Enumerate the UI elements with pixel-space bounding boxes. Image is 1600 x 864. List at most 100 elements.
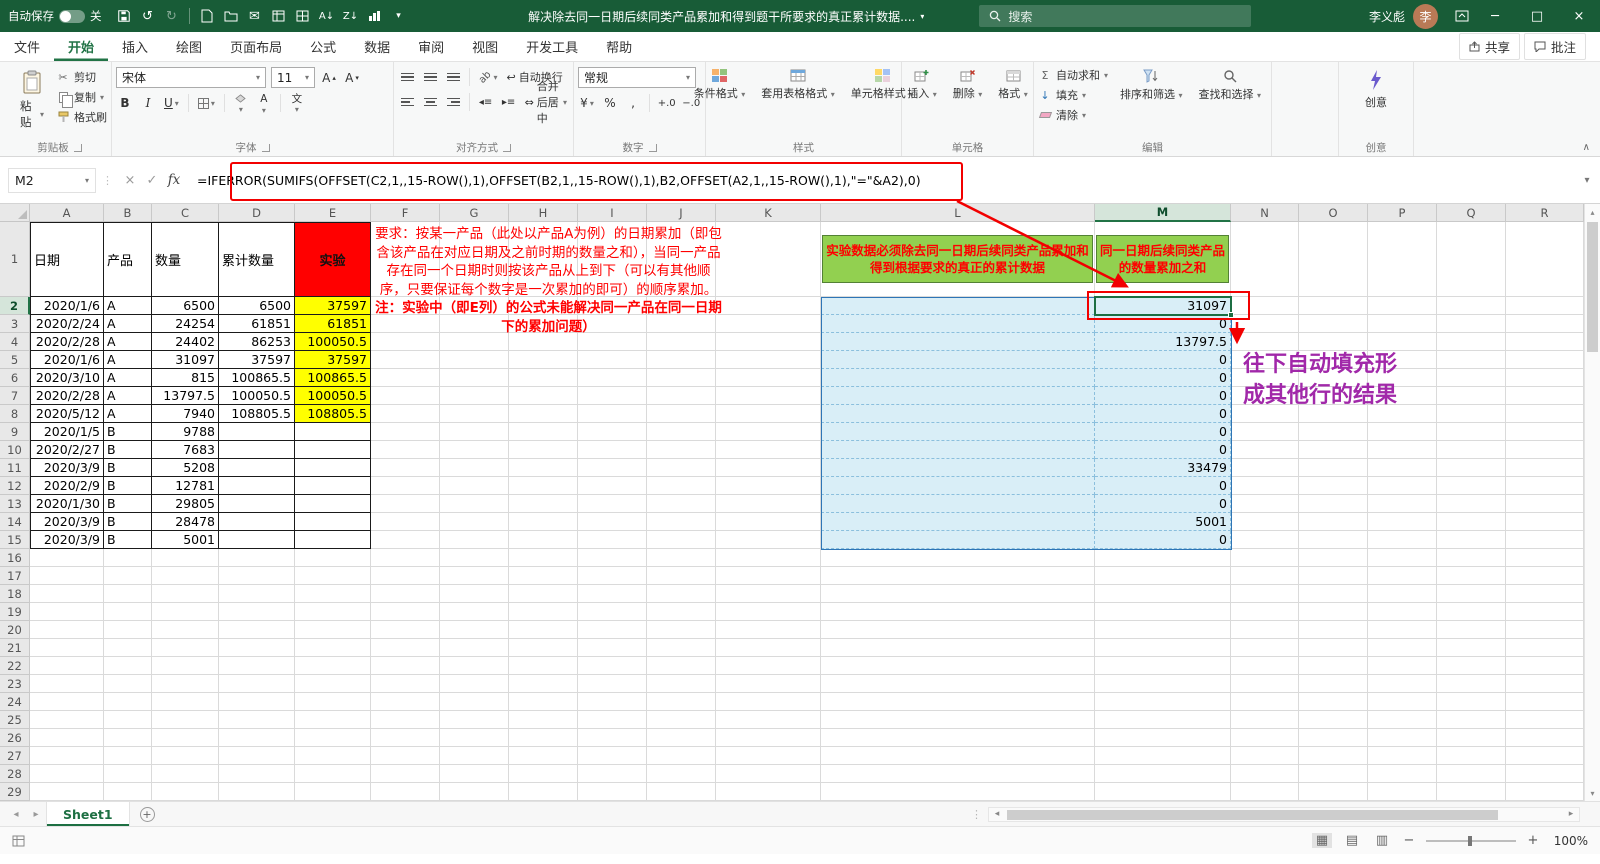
cell-H24[interactable]: [509, 693, 578, 711]
cell-G11[interactable]: [440, 459, 509, 477]
cell-B16[interactable]: [104, 549, 152, 567]
merge-center-button[interactable]: ⇔ 合并后居中 ▾: [523, 80, 569, 125]
cell-G22[interactable]: [440, 657, 509, 675]
cell-C26[interactable]: [152, 729, 219, 747]
cell-F11[interactable]: [371, 459, 440, 477]
column-header-B[interactable]: B: [104, 204, 152, 222]
cell-M20[interactable]: [1095, 621, 1231, 639]
cell-R12[interactable]: [1506, 477, 1584, 495]
zoom-level[interactable]: 100%: [1550, 834, 1588, 848]
cell-F6[interactable]: [371, 369, 440, 387]
cell-O9[interactable]: [1299, 423, 1368, 441]
cell-O12[interactable]: [1299, 477, 1368, 495]
cell-I27[interactable]: [578, 747, 647, 765]
row-header-11[interactable]: 11: [0, 459, 30, 477]
cell-J10[interactable]: [647, 441, 716, 459]
cell-A20[interactable]: [30, 621, 104, 639]
cell-H17[interactable]: [509, 567, 578, 585]
row-header-12[interactable]: 12: [0, 477, 30, 495]
cell-G25[interactable]: [440, 711, 509, 729]
page-layout-view-icon[interactable]: ▤: [1342, 833, 1362, 848]
cell-L4[interactable]: [821, 333, 1095, 351]
cell-G23[interactable]: [440, 675, 509, 693]
cell-F16[interactable]: [371, 549, 440, 567]
cell-M24[interactable]: [1095, 693, 1231, 711]
cell-P13[interactable]: [1368, 495, 1437, 513]
cell-B29[interactable]: [104, 783, 152, 801]
cell-P17[interactable]: [1368, 567, 1437, 585]
cell-L13[interactable]: [821, 495, 1095, 513]
cell-H21[interactable]: [509, 639, 578, 657]
insert-cells-button[interactable]: 插入 ▾: [901, 65, 943, 105]
cell-A23[interactable]: [30, 675, 104, 693]
cell-G27[interactable]: [440, 747, 509, 765]
cell-Q10[interactable]: [1437, 441, 1506, 459]
column-header-F[interactable]: F: [371, 204, 440, 222]
page-break-view-icon[interactable]: ▥: [1372, 833, 1392, 848]
cell-D20[interactable]: [219, 621, 295, 639]
cell-R6[interactable]: [1506, 369, 1584, 387]
cell-O24[interactable]: [1299, 693, 1368, 711]
cell-M4[interactable]: 13797.5: [1095, 333, 1231, 351]
cell-C13[interactable]: 29805: [152, 495, 219, 513]
cell-I11[interactable]: [578, 459, 647, 477]
cell-J18[interactable]: [647, 585, 716, 603]
cell-K27[interactable]: [716, 747, 821, 765]
align-top-icon[interactable]: [398, 67, 416, 87]
cell-M14[interactable]: 5001: [1095, 513, 1231, 531]
cell-M27[interactable]: [1095, 747, 1231, 765]
confirm-entry-icon[interactable]: ✓: [141, 173, 163, 188]
cell-L24[interactable]: [821, 693, 1095, 711]
cell-I7[interactable]: [578, 387, 647, 405]
cell-R15[interactable]: [1506, 531, 1584, 549]
cell-O22[interactable]: [1299, 657, 1368, 675]
cell-K15[interactable]: [716, 531, 821, 549]
new-file-icon[interactable]: [195, 4, 219, 28]
cell-M7[interactable]: 0: [1095, 387, 1231, 405]
cell-E11[interactable]: [295, 459, 371, 477]
tab-developer[interactable]: 开发工具: [512, 32, 592, 61]
cell-C27[interactable]: [152, 747, 219, 765]
cell-P1[interactable]: [1368, 222, 1437, 297]
cell-L6[interactable]: [821, 369, 1095, 387]
find-select-button[interactable]: 查找和选择 ▾: [1192, 65, 1267, 106]
cell-F18[interactable]: [371, 585, 440, 603]
cell-N9[interactable]: [1231, 423, 1299, 441]
cell-K7[interactable]: [716, 387, 821, 405]
cell-P9[interactable]: [1368, 423, 1437, 441]
cell-D19[interactable]: [219, 603, 295, 621]
row-header-5[interactable]: 5: [0, 351, 30, 369]
column-header-O[interactable]: O: [1299, 204, 1368, 222]
cell-R9[interactable]: [1506, 423, 1584, 441]
cell-D22[interactable]: [219, 657, 295, 675]
cell-P11[interactable]: [1368, 459, 1437, 477]
cell-L21[interactable]: [821, 639, 1095, 657]
cell-J23[interactable]: [647, 675, 716, 693]
cell-C6[interactable]: 815: [152, 369, 219, 387]
cell-K9[interactable]: [716, 423, 821, 441]
cell-P10[interactable]: [1368, 441, 1437, 459]
row-header-21[interactable]: 21: [0, 639, 30, 657]
column-header-E[interactable]: E: [295, 204, 371, 222]
cell-I17[interactable]: [578, 567, 647, 585]
cell-K10[interactable]: [716, 441, 821, 459]
cell-J19[interactable]: [647, 603, 716, 621]
cell-A26[interactable]: [30, 729, 104, 747]
cell-F13[interactable]: [371, 495, 440, 513]
cell-F29[interactable]: [371, 783, 440, 801]
cell-Q5[interactable]: [1437, 351, 1506, 369]
cell-Q12[interactable]: [1437, 477, 1506, 495]
cell-E27[interactable]: [295, 747, 371, 765]
cell-R18[interactable]: [1506, 585, 1584, 603]
cell-K6[interactable]: [716, 369, 821, 387]
cell-P29[interactable]: [1368, 783, 1437, 801]
cell-J24[interactable]: [647, 693, 716, 711]
cell-D13[interactable]: [219, 495, 295, 513]
cell-L12[interactable]: [821, 477, 1095, 495]
cell-B23[interactable]: [104, 675, 152, 693]
cell-D29[interactable]: [219, 783, 295, 801]
cell-C7[interactable]: 13797.5: [152, 387, 219, 405]
cell-P2[interactable]: [1368, 297, 1437, 315]
sheet-nav-left-icon[interactable]: ◂: [6, 809, 26, 820]
column-header-K[interactable]: K: [716, 204, 821, 222]
